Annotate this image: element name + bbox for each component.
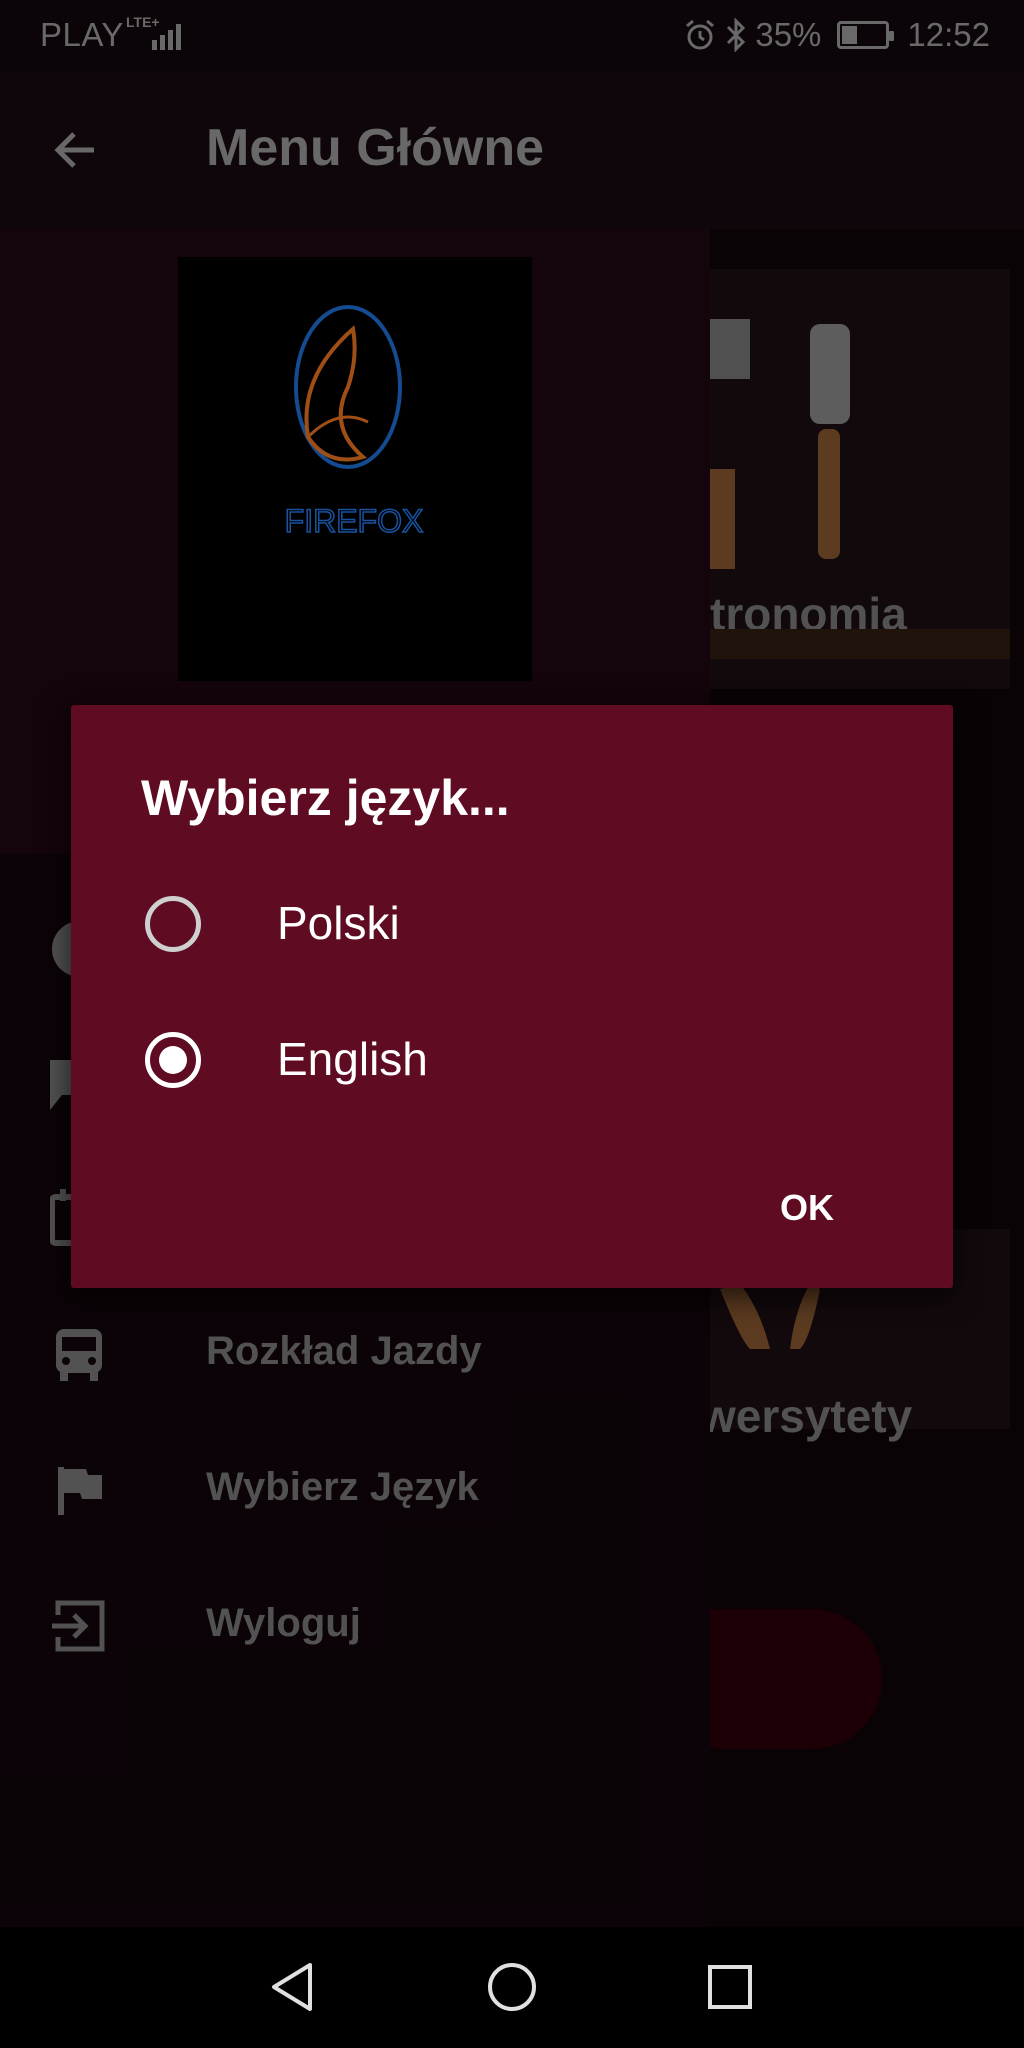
nav-recents-icon[interactable]: [700, 1957, 760, 2017]
language-option-english[interactable]: English: [71, 1000, 953, 1120]
dialog-title: Wybierz język...: [141, 770, 510, 826]
option-label: Polski: [277, 897, 400, 949]
nav-back-icon[interactable]: [262, 1957, 322, 2017]
language-option-polski[interactable]: Polski: [71, 864, 953, 984]
nav-home-icon[interactable]: [482, 1957, 542, 2017]
ok-button[interactable]: OK: [780, 1187, 834, 1229]
option-label: English: [277, 1033, 428, 1085]
radio-button-checked[interactable]: [145, 1032, 201, 1088]
system-nav-bar: [0, 1927, 1024, 2048]
radio-button-unchecked[interactable]: [145, 896, 201, 952]
